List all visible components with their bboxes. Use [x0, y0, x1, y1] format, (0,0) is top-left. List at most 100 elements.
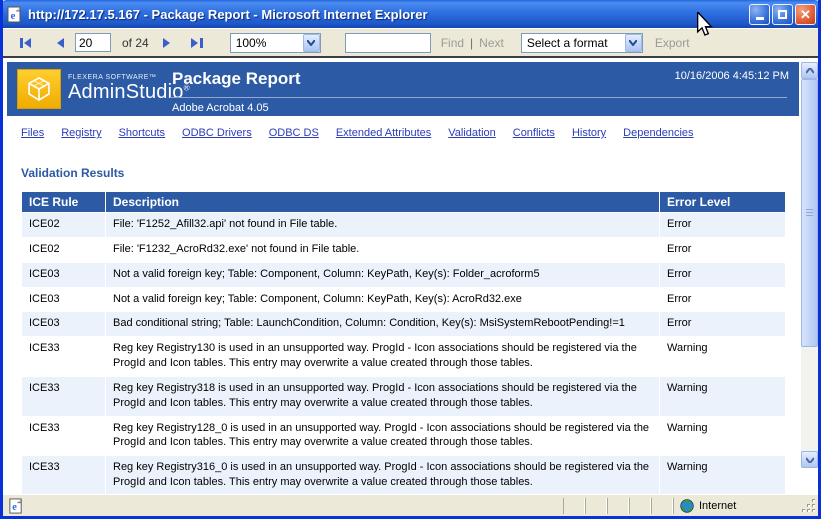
format-value: Select a format — [522, 36, 625, 50]
status-separator — [585, 498, 607, 514]
scroll-up-button[interactable] — [801, 62, 818, 79]
results-tbody: ICE02File: 'F1252_Afill32.api' not found… — [22, 213, 785, 494]
svg-text:e: e — [12, 502, 17, 513]
cell-rule: ICE03 — [22, 288, 105, 312]
last-page-button[interactable] — [188, 37, 206, 49]
scrollbar-track[interactable] — [801, 347, 818, 451]
nav-link[interactable]: ODBC Drivers — [182, 127, 252, 139]
status-separator — [563, 498, 585, 514]
cell-rule: ICE02 — [22, 238, 105, 262]
table-row: ICE03Not a valid foreign key; Table: Com… — [22, 263, 785, 287]
status-separator — [629, 498, 651, 514]
report-timestamp: 10/16/2006 4:45:12 PM — [675, 70, 789, 82]
nav-link[interactable]: Shortcuts — [119, 127, 165, 139]
cell-desc: Reg key Registry316_0 is used in an unsu… — [106, 456, 659, 494]
scrollbar-thumb[interactable] — [801, 79, 818, 347]
chevron-down-icon — [806, 457, 814, 463]
zoom-dropdown-icon[interactable] — [303, 34, 320, 52]
status-main-panel: e — [3, 495, 563, 516]
nav-link[interactable]: History — [572, 127, 606, 139]
nav-link[interactable]: Dependencies — [623, 127, 693, 139]
nav-link[interactable]: Files — [21, 127, 44, 139]
status-separator — [651, 498, 673, 514]
table-row: ICE02File: 'F1232_AcroRd32.exe' not foun… — [22, 238, 785, 262]
zoom-select[interactable]: 100% — [230, 33, 321, 53]
nav-link[interactable]: Registry — [61, 127, 101, 139]
cell-level: Warning — [660, 417, 785, 456]
cell-level: Error — [660, 288, 785, 312]
find-text-input[interactable] — [345, 33, 431, 53]
adminstudio-logo: FLEXERA SOFTWARE™ AdminStudio® — [17, 69, 190, 109]
internet-globe-icon — [680, 499, 694, 513]
thumb-grip-icon — [806, 209, 813, 217]
col-header-description: Description — [106, 192, 659, 212]
cell-rule: ICE33 — [22, 456, 105, 494]
first-page-icon — [19, 37, 33, 49]
status-bar: e Internet — [3, 494, 818, 516]
find-button[interactable]: Find — [438, 36, 467, 50]
close-icon: ✕ — [800, 8, 811, 21]
table-row: ICE02File: 'F1252_Afill32.api' not found… — [22, 213, 785, 237]
table-header-row: ICE Rule Description Error Level — [22, 192, 785, 212]
next-page-button[interactable] — [160, 37, 174, 49]
chevron-up-icon — [806, 68, 814, 74]
nav-link[interactable]: Validation — [448, 127, 496, 139]
cell-level: Warning — [660, 337, 785, 376]
page-number-input[interactable] — [75, 33, 111, 52]
nav-link[interactable]: Extended Attributes — [336, 127, 431, 139]
status-separator — [607, 498, 629, 514]
ie-document-icon: e — [8, 498, 24, 514]
maximize-button[interactable] — [772, 4, 793, 25]
prev-page-button[interactable] — [53, 37, 67, 49]
first-page-button[interactable] — [17, 37, 35, 49]
nav-link[interactable]: ODBC DS — [269, 127, 319, 139]
find-next-separator: | — [467, 36, 476, 50]
minimize-button[interactable] — [749, 4, 770, 25]
title-bar[interactable]: e http://172.17.5.167 - Package Report -… — [0, 0, 821, 28]
table-row: ICE33Reg key Registry130 is used in an u… — [22, 337, 785, 376]
validation-results-table: ICE Rule Description Error Level ICE02Fi… — [21, 191, 786, 494]
cell-level: Warning — [660, 377, 785, 416]
close-button[interactable]: ✕ — [795, 4, 816, 25]
cell-level: Error — [660, 238, 785, 262]
prev-page-icon — [55, 37, 65, 49]
zone-label: Internet — [699, 500, 736, 512]
page-count-label: of 24 — [119, 36, 152, 50]
col-header-error-level: Error Level — [660, 192, 785, 212]
cell-desc: Not a valid foreign key; Table: Componen… — [106, 263, 659, 287]
nav-links: Files Registry Shortcuts ODBC Drivers ODBC D… — [21, 127, 801, 139]
cell-desc: File: 'F1232_AcroRd32.exe' not found in … — [106, 238, 659, 262]
resize-grip[interactable] — [801, 498, 817, 514]
window-title: http://172.17.5.167 - Package Report - M… — [28, 7, 747, 22]
header-divider — [170, 97, 787, 98]
nav-link[interactable]: Conflicts — [513, 127, 555, 139]
cell-rule: ICE33 — [22, 417, 105, 456]
cell-desc: File: 'F1252_Afill32.api' not found in F… — [106, 213, 659, 237]
security-zone-panel: Internet — [673, 498, 801, 514]
format-dropdown-icon[interactable] — [625, 34, 642, 52]
svg-text:e: e — [11, 10, 16, 22]
cell-desc: Reg key Registry130 is used in an unsupp… — [106, 337, 659, 376]
cell-rule: ICE02 — [22, 213, 105, 237]
table-row: ICE33Reg key Registry318 is used in an u… — [22, 377, 785, 416]
cell-desc: Bad conditional string; Table: LaunchCon… — [106, 312, 659, 336]
cell-desc: Reg key Registry318 is used in an unsupp… — [106, 377, 659, 416]
format-select[interactable]: Select a format — [521, 33, 643, 53]
table-row: ICE03Bad conditional string; Table: Laun… — [22, 312, 785, 336]
minimize-icon — [756, 17, 764, 20]
next-page-icon — [162, 37, 172, 49]
maximize-icon — [778, 10, 787, 19]
zoom-value: 100% — [231, 36, 303, 50]
export-button[interactable]: Export — [652, 36, 693, 50]
cell-level: Warning — [660, 456, 785, 494]
table-row: ICE33Reg key Registry128_0 is used in an… — [22, 417, 785, 456]
scroll-down-button[interactable] — [801, 451, 818, 468]
report-title: Package Report — [172, 69, 301, 89]
section-title: Validation Results — [21, 166, 801, 180]
browser-window: e http://172.17.5.167 - Package Report -… — [0, 0, 821, 519]
vertical-scrollbar[interactable] — [801, 62, 818, 468]
next-button[interactable]: Next — [476, 36, 507, 50]
last-page-icon — [190, 37, 204, 49]
ie-page-icon: e — [6, 6, 23, 23]
table-row: ICE33Reg key Registry316_0 is used in an… — [22, 456, 785, 494]
